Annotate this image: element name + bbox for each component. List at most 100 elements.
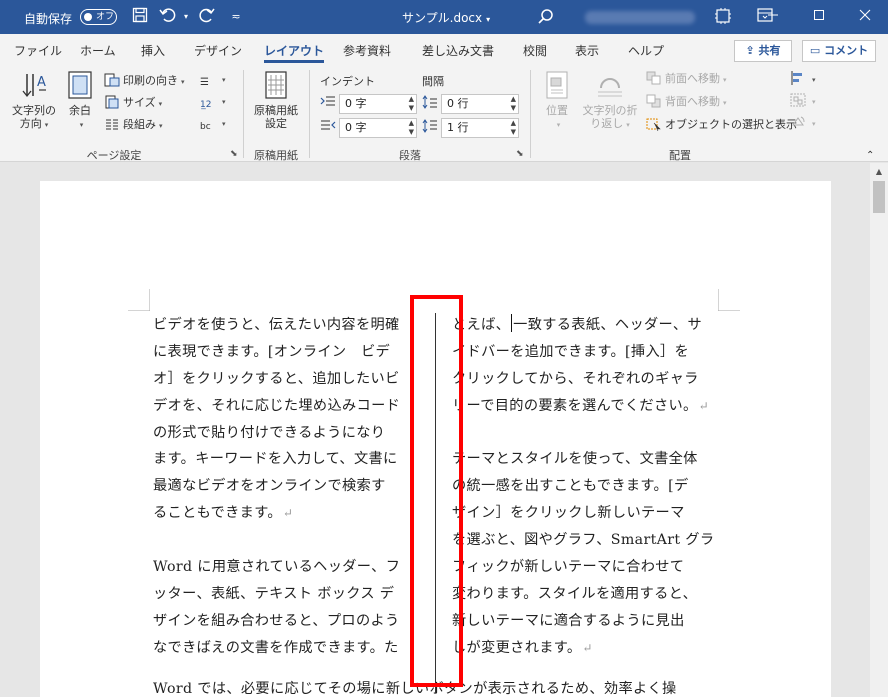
spinner-arrows-icon[interactable]: ▲ ▼ xyxy=(511,95,516,113)
genko-label-1: 原稿用紙 xyxy=(254,104,298,117)
autosave-state: オフ xyxy=(96,12,115,22)
title-bar: 自動保存 オフ ▾ ≂ サンプル.docx ▾ xyxy=(0,0,888,34)
rotate-button[interactable]: ▾ xyxy=(790,114,816,132)
redo-icon[interactable] xyxy=(197,7,217,27)
coauthor-icon[interactable] xyxy=(713,7,733,27)
text-line: テーマとスタイルを使って、文書全体 xyxy=(452,451,698,468)
hyphenation-button[interactable]: bc ▾ xyxy=(200,114,226,132)
line-numbers-icon: 1̲2 xyxy=(200,100,212,110)
title-dropdown-icon: ▾ xyxy=(486,15,491,24)
chevron-down-icon: ▾ xyxy=(812,98,816,106)
breaks-button[interactable]: ☰ ▾ xyxy=(200,70,226,88)
undo-icon[interactable] xyxy=(158,7,178,27)
columns-label: 段組み xyxy=(123,118,156,131)
search-icon[interactable] xyxy=(537,8,555,26)
chevron-down-icon: ▾ xyxy=(723,99,727,107)
breaks-icon: ☰ xyxy=(200,77,209,88)
text-line-content: しが変更されます。 xyxy=(452,639,582,656)
size-button[interactable]: サイズ ▾ xyxy=(104,94,162,112)
margins-icon xyxy=(68,71,92,99)
indent-label: インデント xyxy=(320,75,375,88)
group-divider xyxy=(309,70,310,158)
share-icon: ⇪ xyxy=(745,44,759,57)
spacing-after-input[interactable]: 1 行 ▲ ▼ xyxy=(441,118,519,138)
text-line: イドバーを追加できます。[挿入］を xyxy=(452,343,690,360)
tab-mailings[interactable]: 差し込み文書 xyxy=(422,42,494,59)
text-line: とえば、 一致する表紙、ヘッダー、サ xyxy=(452,312,720,339)
columns-button[interactable]: 段組み ▾ xyxy=(104,116,163,134)
tab-review[interactable]: 校閲 xyxy=(523,42,547,59)
margins-button[interactable]: 余白 ▾ xyxy=(62,70,98,132)
scroll-thumb[interactable] xyxy=(873,181,885,213)
minimize-button[interactable] xyxy=(750,0,796,34)
wrap-text-icon xyxy=(598,78,622,97)
text-cursor xyxy=(511,314,513,332)
spinner-arrows-icon[interactable]: ▲ ▼ xyxy=(409,95,414,113)
spacing-before-value: 0 行 xyxy=(447,97,469,110)
undo-dropdown-icon[interactable]: ▾ xyxy=(176,7,196,27)
wrap-text-button[interactable]: 文字列の折 り返し ▾ xyxy=(580,70,640,132)
genko-settings-button[interactable]: 原稿用紙 設定 xyxy=(248,70,304,130)
paragraph-mark-icon: ↵ xyxy=(698,398,709,413)
bring-forward-button[interactable]: 前面へ移動 ▾ xyxy=(646,70,727,88)
user-account-name[interactable] xyxy=(585,11,695,24)
line-numbers-button[interactable]: 1̲2 ▾ xyxy=(200,92,226,110)
share-label: 共有 xyxy=(758,44,781,57)
page-setup-launcher-icon[interactable]: ⬊ xyxy=(230,149,238,159)
tab-layout[interactable]: レイアウト xyxy=(264,42,325,63)
indent-left-icon xyxy=(320,94,339,112)
text-direction-button[interactable]: A 文字列の 方向 ▾ xyxy=(8,70,60,132)
text-line: ザイン］をクリックし新しいテーマ xyxy=(452,505,685,522)
tab-view[interactable]: 表示 xyxy=(575,42,599,59)
close-button[interactable] xyxy=(842,0,888,34)
wrap-text-label-1: 文字列の折 xyxy=(582,104,638,117)
comment-button[interactable]: ▭ コメント xyxy=(802,40,876,62)
size-label: サイズ xyxy=(123,96,156,109)
position-button[interactable]: 位置 ▾ xyxy=(536,70,578,132)
autosave-toggle[interactable]: オフ xyxy=(80,9,117,25)
selection-pane-button[interactable]: オブジェクトの選択と表示 xyxy=(646,116,797,134)
position-icon xyxy=(546,71,568,99)
text-line: ます。キーワードを入力して、文書に xyxy=(153,451,398,468)
group-button[interactable]: ▾ xyxy=(790,92,816,110)
maximize-button[interactable] xyxy=(796,0,842,34)
tab-file[interactable]: ファイル xyxy=(14,42,62,59)
scroll-up-icon[interactable]: ▲ xyxy=(870,163,888,181)
group-divider xyxy=(530,70,531,158)
crop-mark-left xyxy=(128,289,150,311)
text-line: なできばえの文書を作成できます。た xyxy=(153,639,399,656)
text-line: リーで目的の要素を選んでください。↵ xyxy=(452,393,720,420)
save-icon[interactable] xyxy=(130,7,150,27)
text-line: ることもできます。↵ xyxy=(153,500,421,527)
orientation-label: 印刷の向き xyxy=(123,74,178,87)
vertical-scrollbar[interactable]: ▲ xyxy=(870,163,888,697)
paragraph-launcher-icon[interactable]: ⬊ xyxy=(516,149,524,159)
text-line-rest: 一致する表紙、ヘッダー、サ xyxy=(513,317,703,333)
genko-icon xyxy=(265,71,287,99)
tab-help[interactable]: ヘルプ xyxy=(628,42,664,59)
send-backward-button[interactable]: 背面へ移動 ▾ xyxy=(646,93,727,111)
chevron-down-icon: ▾ xyxy=(181,78,185,86)
wrap-text-label-2: り返し xyxy=(590,117,624,130)
chevron-down-icon: ▾ xyxy=(158,100,163,108)
left-text-column[interactable]: ビデオを使うと、伝えたい内容を明確 に表現できます。[オンライン ビデ オ］をク… xyxy=(153,312,421,688)
spinner-arrows-icon[interactable]: ▲ ▼ xyxy=(511,119,516,137)
spinner-arrows-icon[interactable]: ▲ ▼ xyxy=(409,119,414,137)
align-button[interactable]: ▾ xyxy=(790,70,816,88)
send-backward-label: 背面へ移動 xyxy=(665,95,720,108)
tab-insert[interactable]: 挿入 xyxy=(141,42,165,59)
tab-home[interactable]: ホーム xyxy=(80,42,116,59)
tab-references[interactable]: 参考資料 xyxy=(343,42,391,59)
share-button[interactable]: ⇪ 共有 xyxy=(734,40,792,62)
toggle-knob xyxy=(84,13,92,21)
right-text-column[interactable]: とえば、 一致する表紙、ヘッダー、サ イドバーを追加できます。[挿入］を クリック… xyxy=(452,312,720,662)
orientation-button[interactable]: 印刷の向き ▾ xyxy=(104,72,185,90)
spacing-before-input[interactable]: 0 行 ▲ ▼ xyxy=(441,94,519,114)
indent-right-input[interactable]: 0 字 ▲ ▼ xyxy=(339,118,417,138)
document-title[interactable]: サンプル.docx ▾ xyxy=(402,9,490,26)
text-line: デオを、それに応じた埋め込みコード xyxy=(153,397,401,414)
customize-qat-icon[interactable]: ≂ xyxy=(226,7,246,27)
tab-design[interactable]: デザイン xyxy=(194,42,242,59)
indent-left-input[interactable]: 0 字 ▲ ▼ xyxy=(339,94,417,114)
comment-icon: ▭ xyxy=(809,44,825,57)
